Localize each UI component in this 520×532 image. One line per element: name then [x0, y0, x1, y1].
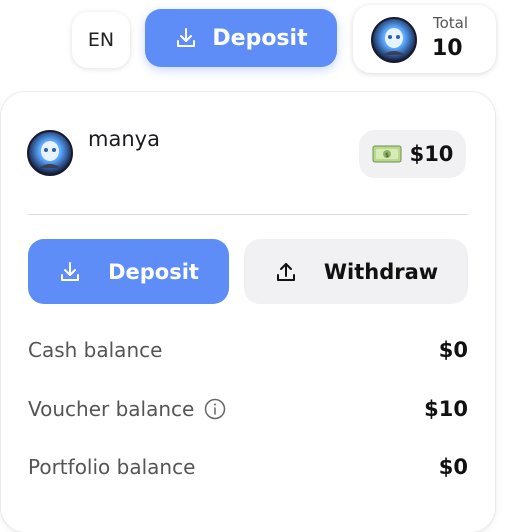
svg-text:$: $	[385, 152, 389, 159]
language-button[interactable]: EN	[72, 12, 130, 68]
avatar	[371, 17, 417, 63]
divider	[28, 214, 468, 215]
wallet-card: manya $ $10 Deposit Withdraw Cash balanc…	[1, 92, 495, 532]
header-deposit-button[interactable]: Deposit	[145, 9, 337, 67]
header-deposit-label: Deposit	[212, 25, 308, 51]
voucher-balance-label-wrap: Voucher balance	[28, 397, 226, 421]
voucher-balance-row: Voucher balance $10	[28, 397, 468, 421]
voucher-balance-label: Voucher balance	[28, 397, 195, 421]
download-icon	[61, 261, 80, 281]
deposit-button[interactable]: Deposit	[28, 239, 229, 304]
balance-badge[interactable]: $ $10	[359, 130, 466, 178]
download-icon	[177, 28, 196, 47]
total-label: Total	[433, 14, 469, 32]
withdraw-label: Withdraw	[323, 259, 439, 284]
language-label: EN	[87, 29, 115, 51]
total-value: 10	[432, 36, 463, 61]
avatar	[27, 130, 73, 176]
money-icon: $	[372, 145, 402, 163]
portfolio-balance-row: Portfolio balance $0	[28, 455, 468, 479]
upload-icon	[276, 262, 295, 281]
info-icon[interactable]	[204, 398, 226, 420]
cash-balance-value: $0	[438, 338, 468, 362]
total-widget[interactable]: Total 10	[353, 5, 496, 73]
portfolio-balance-label: Portfolio balance	[28, 455, 196, 479]
cash-balance-label: Cash balance	[28, 338, 163, 362]
voucher-balance-value: $10	[424, 397, 468, 421]
portfolio-balance-value: $0	[438, 455, 468, 479]
username: manya	[88, 127, 160, 151]
withdraw-button[interactable]: Withdraw	[244, 239, 468, 304]
deposit-label: Deposit	[108, 259, 199, 284]
top-bar: EN Deposit Total 10	[0, 0, 520, 85]
balance-value: $10	[409, 142, 454, 166]
cash-balance-row: Cash balance $0	[28, 338, 468, 362]
